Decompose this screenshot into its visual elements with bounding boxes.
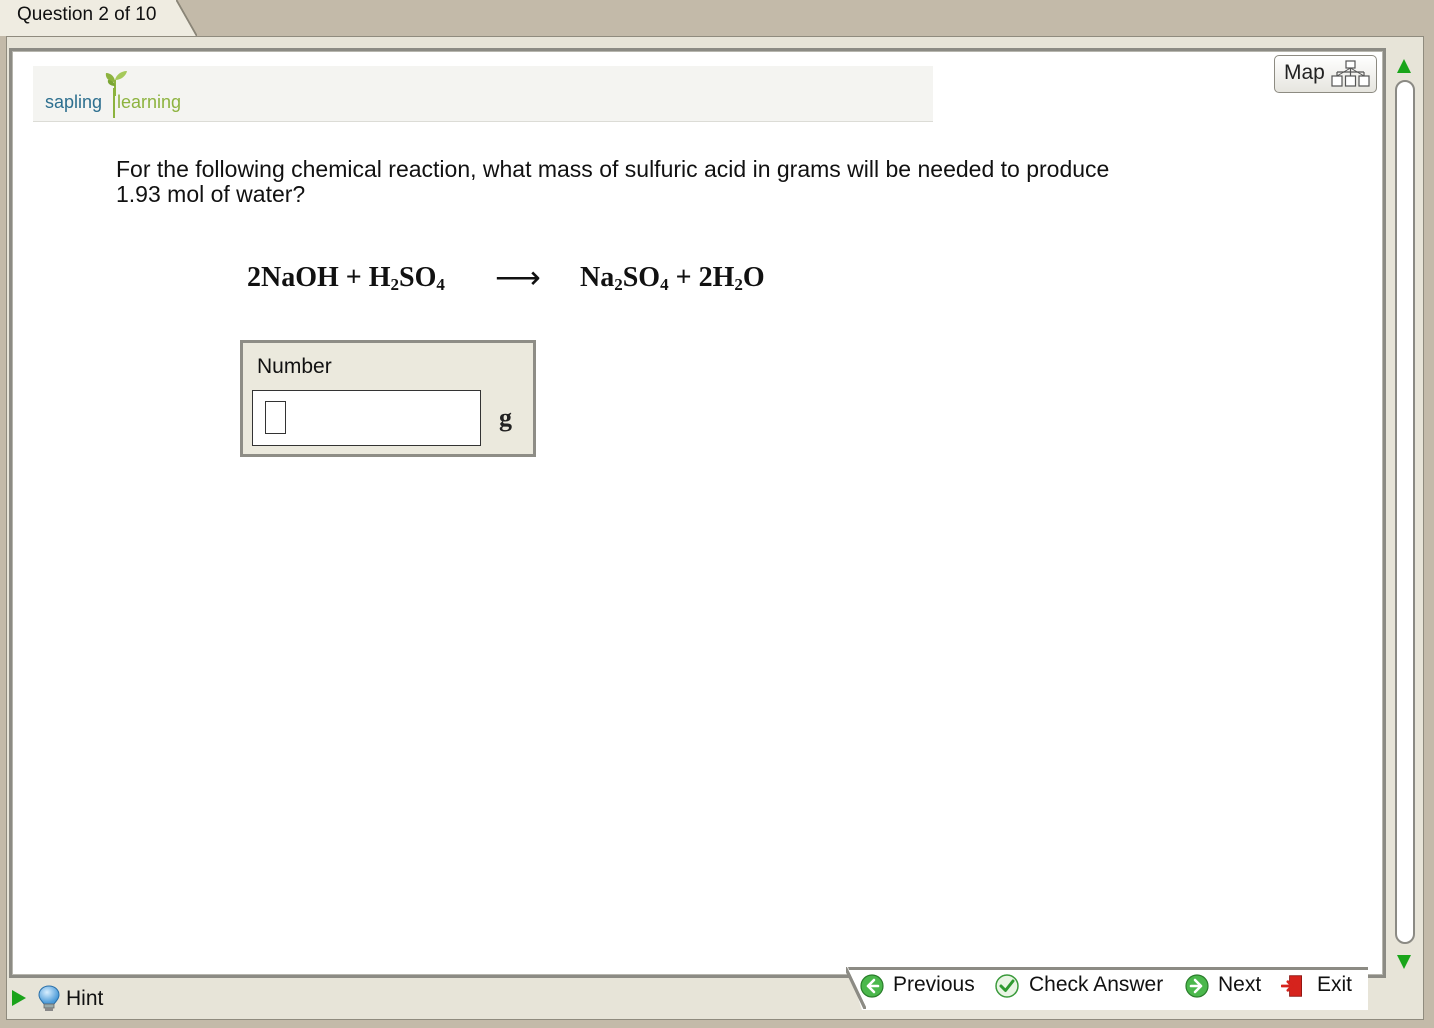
coef: 2 [247,262,261,293]
equation-products: Na2SO4 + 2H2O [580,262,765,294]
question-text: For the following chemical reaction, wha… [116,156,1110,207]
product-na: Na [580,262,615,293]
reaction-arrow: ⟶ [495,259,541,295]
arrow-left-icon [860,974,884,998]
arrow-right-icon [1185,974,1209,998]
reactant-so: SO [399,262,437,293]
product-o: O [742,262,765,293]
subscript: 4 [660,275,669,294]
subscript: 2 [614,275,623,294]
plus: + [338,262,369,293]
coef: 2 [698,262,713,293]
subscript: 2 [734,275,743,294]
reactant-h: H [368,262,391,293]
next-label: Next [1218,973,1262,996]
previous-label: Previous [893,973,975,996]
scroll-down-arrow[interactable] [1397,955,1411,969]
check-answer-button[interactable]: Check Answer [995,972,1170,1002]
logo-divider [113,88,115,118]
input-cursor-box [265,401,286,434]
lightbulb-icon [38,985,60,1011]
equation-reactants: 2NaOH + H2SO4 [247,262,445,294]
product-h: H [712,262,735,293]
question-counter: Question 2 of 10 [17,4,157,25]
reactant-naoh: NaOH [261,262,339,293]
tab-edge [176,0,197,37]
logo-strip: sapling learning [33,66,933,122]
answer-input[interactable] [252,390,481,446]
previous-button[interactable]: Previous [860,972,980,1002]
logo-learning-text: learning [117,92,182,112]
check-answer-label: Check Answer [1029,973,1164,996]
subscript: 2 [390,275,400,294]
exit-door-icon [1281,975,1302,997]
scrollbar-thumb[interactable] [1395,80,1415,944]
exit-button[interactable]: Exit [1281,972,1361,1002]
checkmark-icon [995,974,1019,998]
next-button[interactable]: Next [1185,972,1270,1002]
plus: + [668,262,699,293]
answer-box: Number g [240,340,536,457]
hint-label: Hint [66,987,104,1010]
answer-label: Number [257,355,332,378]
product-so: SO [622,262,661,293]
exit-label: Exit [1317,973,1353,996]
play-icon [12,990,26,1006]
scroll-up-arrow[interactable] [1397,59,1411,73]
map-button[interactable]: Map [1274,55,1377,93]
sitemap-icon [1331,60,1370,87]
logo-sapling-text: sapling [45,92,103,112]
map-label: Map [1284,61,1325,84]
answer-unit: g [499,403,512,432]
subscript: 4 [436,275,445,294]
